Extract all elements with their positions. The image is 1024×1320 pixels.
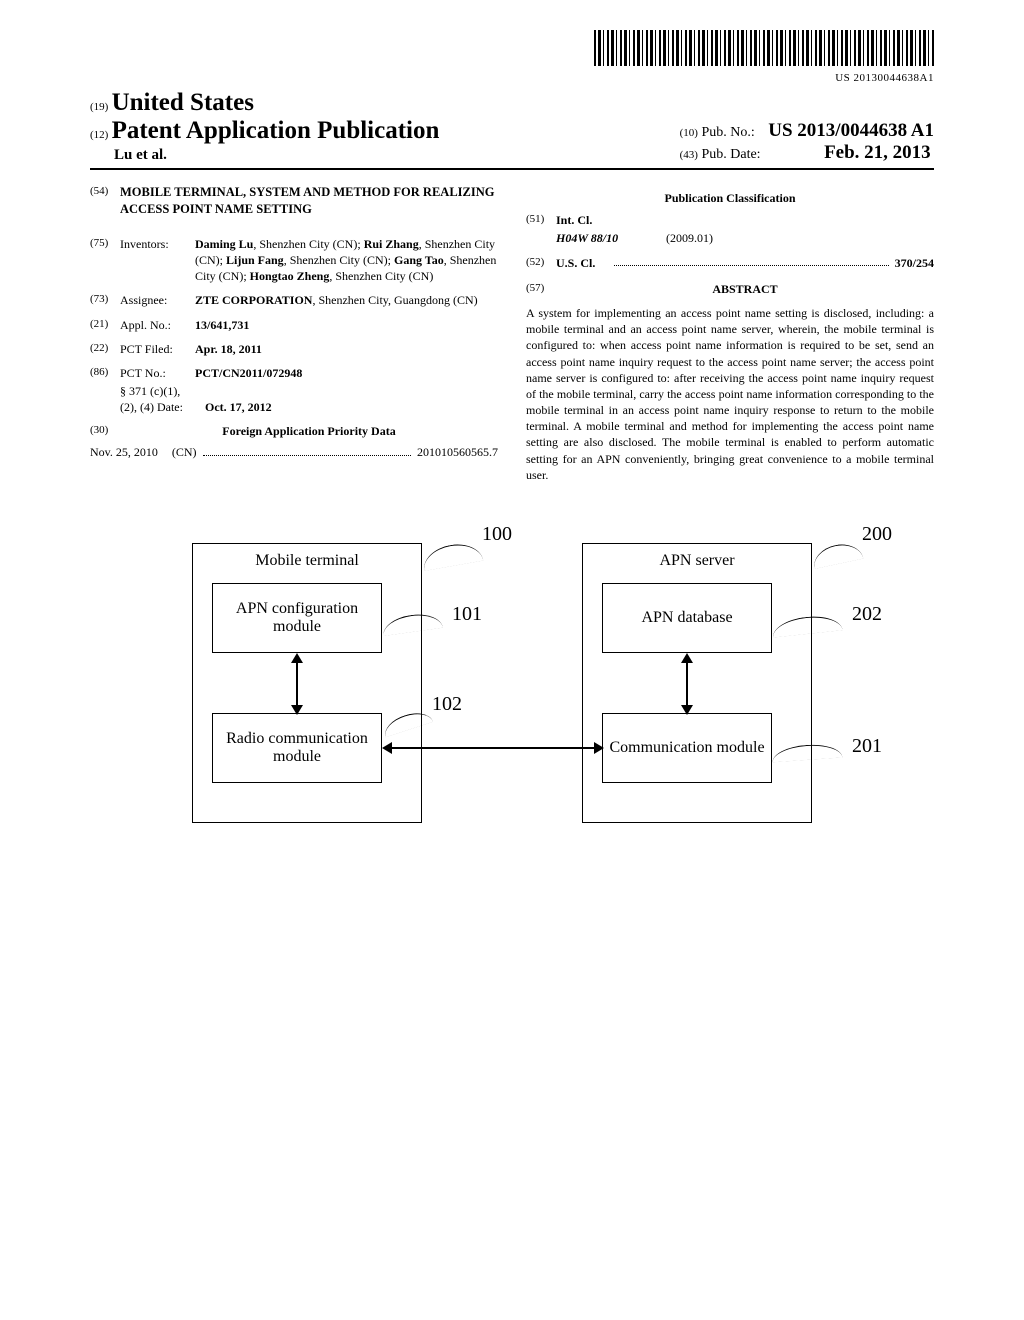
left-column: (54) MOBILE TERMINAL, SYSTEM AND METHOD … [90,184,498,483]
uscl-label: U.S. Cl. [556,255,608,271]
comm-module-label: Communication module [609,739,764,757]
foreign-country: (CN) [172,444,197,460]
pubdate-inid: (43) [680,149,698,161]
pubno-inid: (10) [680,127,698,139]
apn-config-label: APN configuration module [217,600,377,636]
appl-label: Appl. No.: [120,317,195,333]
comm-module-box: Communication module [602,713,772,783]
ref-202: 202 [852,603,882,626]
filed-value: Apr. 18, 2011 [195,341,498,357]
assignee-inid: (73) [90,292,120,308]
foreign-date: Nov. 25, 2010 [90,444,158,460]
system-diagram: Mobile terminal APN configuration module… [152,523,872,853]
pubtype-inid: (12) [90,129,108,141]
ref-101: 101 [452,603,482,626]
radio-comm-box: Radio communication module [212,713,382,783]
apn-server-label: APN server [659,552,734,570]
ref-100: 100 [482,523,512,546]
bibliographic-columns: (54) MOBILE TERMINAL, SYSTEM AND METHOD … [90,184,934,483]
pct-label: PCT No.: [120,365,195,381]
abstract-text: A system for implementing an access poin… [526,305,934,483]
abstract-inid: (57) [526,281,556,297]
filed-inid: (22) [90,341,120,357]
right-column: Publication Classification (51) Int. Cl.… [526,184,934,483]
country-inid: (19) [90,101,108,113]
pct-inid: (86) [90,365,120,381]
barcode-region: US 20130044638A1 [90,30,934,84]
apn-database-box: APN database [602,583,772,653]
abstract-title: ABSTRACT [556,281,934,297]
foreign-title: Foreign Application Priority Data [120,423,498,439]
barcode-label: US 20130044638A1 [90,72,934,84]
intcl-label: Int. Cl. [556,212,934,228]
barcode-icon [594,30,934,66]
foreign-inid: (30) [90,423,120,439]
publication-number: US 2013/0044638 A1 [768,120,934,141]
country-name: United States [112,89,254,116]
uscl-inid: (52) [526,255,556,271]
publication-type: Patent Application Publication [112,117,440,144]
document-header: (19) United States (12) Patent Applicati… [90,89,934,170]
mobile-terminal-label: Mobile terminal [255,552,359,570]
intcl-year: (2009.01) [666,230,713,246]
pct-value: PCT/CN2011/072948 [195,365,498,381]
filed-label: PCT Filed: [120,341,195,357]
intcl-class: H04W 88/10 [556,230,666,246]
s371-line2: (2), (4) Date: [120,399,205,415]
inventors-inid: (75) [90,236,120,285]
appl-value: 13/641,731 [195,317,498,333]
publication-date: Feb. 21, 2013 [824,142,931,163]
inventors-value: Daming Lu, Shenzhen City (CN); Rui Zhang… [195,236,498,285]
ref-201: 201 [852,735,882,758]
foreign-appno: 201010560565.7 [417,444,498,460]
inventors-label: Inventors: [120,236,195,285]
ref-102: 102 [432,693,462,716]
uscl-dotted [614,255,889,266]
uscl-value: 370/254 [895,255,934,271]
apn-database-label: APN database [641,609,732,627]
invention-title: MOBILE TERMINAL, SYSTEM AND METHOD FOR R… [120,184,498,218]
foreign-priority-row: Nov. 25, 2010 (CN) 201010560565.7 [90,444,498,460]
title-inid: (54) [90,184,120,228]
intcl-inid: (51) [526,212,556,228]
author-line: Lu et al. [114,147,439,164]
pubdate-label: Pub. Date: [701,147,760,162]
apn-config-box: APN configuration module [212,583,382,653]
appl-inid: (21) [90,317,120,333]
s371-label: § 371 (c)(1), [120,383,498,399]
s371-value: Oct. 17, 2012 [205,399,498,415]
radio-comm-label: Radio communication module [217,730,377,766]
pubno-label: Pub. No.: [701,125,754,140]
dotted-leader [203,445,411,456]
assignee-label: Assignee: [120,292,195,308]
pub-class-title: Publication Classification [526,190,934,206]
ref-200: 200 [862,523,892,546]
assignee-value: ZTE CORPORATION, Shenzhen City, Guangdon… [195,292,498,308]
